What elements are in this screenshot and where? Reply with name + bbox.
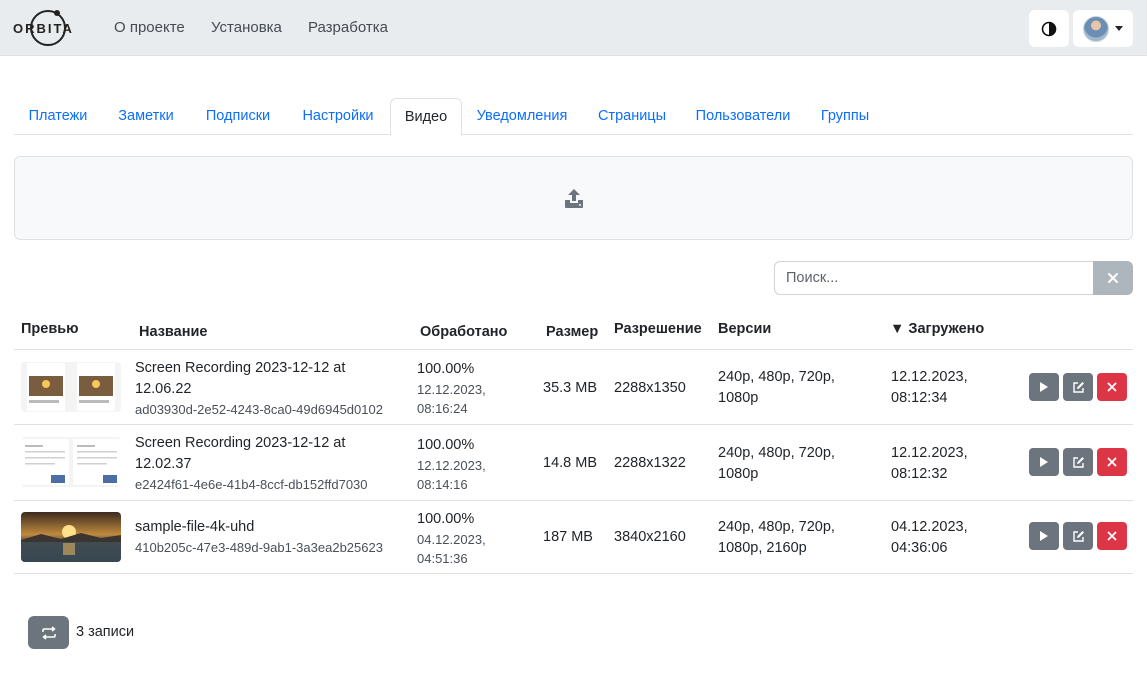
video-uuid: e2424f61-4e6e-41b4-8ccf-db152ffd7030 [135,477,368,492]
row-divider [14,573,1133,574]
processed-percent: 100.00% [417,437,475,453]
uploaded-time: 08:12:34 [891,390,948,406]
video-resolution: 3840x2160 [614,529,686,545]
tab-video[interactable]: Видео [390,98,462,136]
play-icon [1040,457,1048,467]
nav-link-install[interactable]: Установка [211,19,282,36]
close-icon [1108,273,1118,283]
orbita-logo[interactable]: ORBITA [12,6,88,50]
edit-button[interactable] [1063,448,1093,476]
video-size: 35.3 MB [543,380,597,396]
close-icon [1107,457,1117,467]
video-uuid: 410b205c-47e3-489d-9ab1-3a3ea2b25623 [135,540,383,555]
navbar: ORBITA О проекте Установка Разработка [0,0,1147,56]
header-size[interactable]: Размер [546,324,598,340]
video-versions: 240p, 480p, 720p, [718,519,835,535]
video-size: 187 MB [543,529,593,545]
play-button[interactable] [1029,448,1059,476]
uploaded-date: 12.12.2023, [891,369,968,385]
uploaded-date: 12.12.2023, [891,445,968,461]
video-uuid: ad03930d-2e52-4243-8ca0-49d6945d0102 [135,402,383,417]
video-title: Screen Recording 2023-12-12 at [135,435,346,451]
delete-button[interactable] [1097,373,1127,401]
search-clear-button[interactable] [1093,261,1133,295]
uploaded-time: 08:12:32 [891,466,948,482]
video-thumbnail[interactable] [21,362,121,412]
processed-time: 08:16:24 [417,401,468,416]
tab-subscriptions[interactable]: Подписки [194,98,282,135]
processed-date: 04.12.2023, [417,532,486,547]
edit-icon [1072,456,1084,468]
video-versions-cont: 1080p [718,390,759,406]
processed-percent: 100.00% [417,361,475,377]
header-processed[interactable]: Обработано [420,324,507,340]
video-title-cont: 12.06.22 [135,381,192,397]
chevron-down-icon [1115,26,1123,31]
refresh-button[interactable] [28,616,69,649]
tab-notes[interactable]: Заметки [106,98,186,135]
search-input[interactable] [774,261,1094,295]
tab-payments[interactable]: Платежи [14,98,102,135]
processed-time: 08:14:16 [417,477,468,492]
upload-icon [564,189,583,208]
delete-button[interactable] [1097,448,1127,476]
uploaded-time: 04:36:06 [891,540,948,556]
close-icon [1107,382,1117,392]
video-versions: 240p, 480p, 720p, [718,369,835,385]
theme-toggle-button[interactable] [1029,10,1069,47]
play-icon [1040,531,1048,541]
video-thumbnail[interactable] [21,437,121,487]
video-resolution: 2288x1350 [614,380,686,396]
upload-dropzone[interactable] [14,156,1133,240]
video-size: 14.8 MB [543,455,597,471]
edit-icon [1072,381,1084,393]
header-resolution[interactable]: Разрешение [614,321,702,337]
nav-link-development[interactable]: Разработка [308,19,388,36]
video-title: Screen Recording 2023-12-12 at [135,360,346,376]
edit-button[interactable] [1063,522,1093,550]
half-circle-icon [1041,21,1057,36]
refresh-icon [41,625,56,640]
nav-link-about[interactable]: О проекте [114,19,185,36]
record-count: 3 записи [76,624,135,640]
tab-pages[interactable]: Страницы [588,98,676,135]
header-versions[interactable]: Версии [718,321,771,337]
edit-icon [1072,530,1084,542]
header-preview[interactable]: Превью [21,321,79,337]
row-divider [14,424,1133,425]
avatar [1083,15,1109,42]
tab-users[interactable]: Пользователи [686,98,800,135]
tab-notifications[interactable]: Уведомления [466,98,578,135]
user-menu-button[interactable] [1073,10,1133,47]
video-versions-cont: 1080p [718,466,759,482]
processed-time: 04:51:36 [417,551,468,566]
tab-settings[interactable]: Настройки [290,98,386,135]
video-thumbnail[interactable] [21,512,121,562]
video-versions: 240p, 480p, 720p, [718,445,835,461]
play-button[interactable] [1029,373,1059,401]
header-divider [14,349,1133,350]
video-resolution: 2288x1322 [614,455,686,471]
close-icon [1107,531,1117,541]
svg-text:ORBITA: ORBITA [13,21,74,36]
tab-groups[interactable]: Группы [810,98,880,135]
processed-date: 12.12.2023, [417,382,486,397]
video-title: sample-file-4k-uhd [135,519,255,535]
header-name[interactable]: Название [139,324,207,340]
admin-tabs: Платежи Заметки Подписки Настройки Видео… [14,98,1133,136]
row-divider [14,500,1133,501]
edit-button[interactable] [1063,373,1093,401]
play-icon [1040,382,1048,392]
header-uploaded[interactable]: ▼ Загружено [890,321,984,337]
video-versions-cont: 1080p, 2160p [718,540,807,556]
video-title-cont: 12.02.37 [135,456,192,472]
uploaded-date: 04.12.2023, [891,519,968,535]
delete-button[interactable] [1097,522,1127,550]
processed-date: 12.12.2023, [417,458,486,473]
play-button[interactable] [1029,522,1059,550]
processed-percent: 100.00% [417,511,475,527]
